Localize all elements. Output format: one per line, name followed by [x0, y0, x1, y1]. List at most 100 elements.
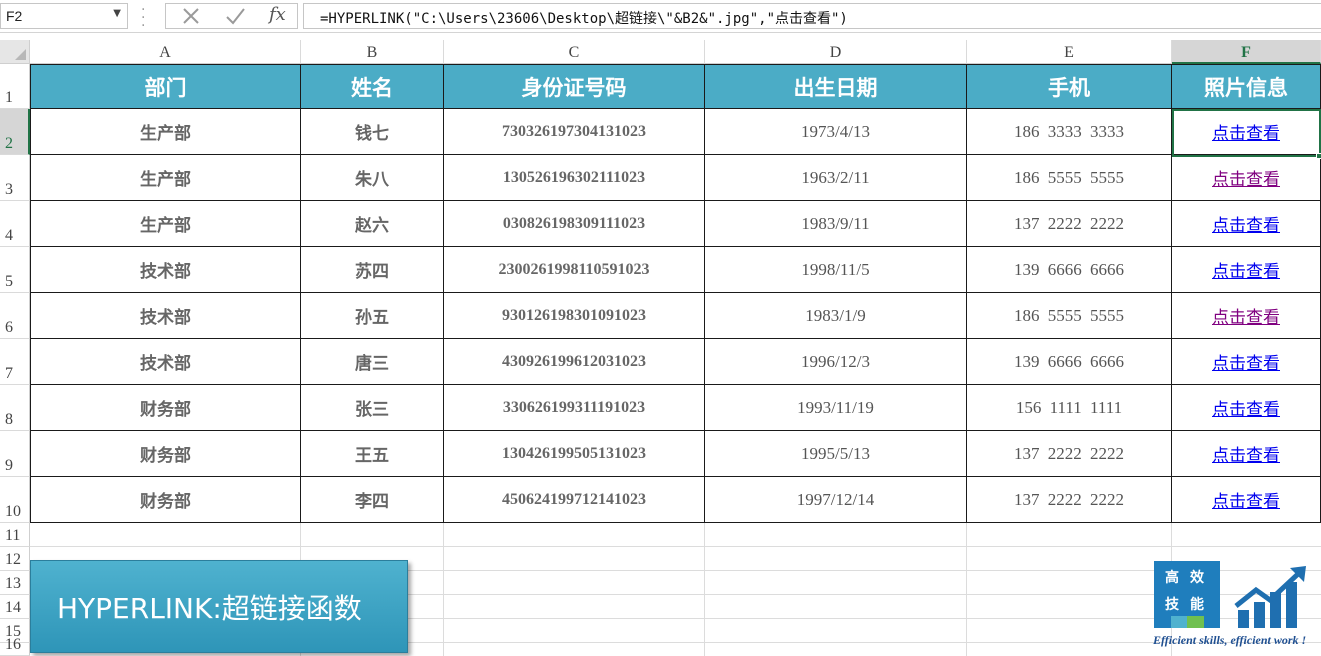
row-header-8[interactable]: 8 [0, 385, 30, 431]
cell-id[interactable]: 450624199712141023 [444, 477, 705, 523]
cell-photo[interactable]: 点击查看 [1172, 385, 1321, 431]
cell-photo[interactable]: 点击查看 [1172, 339, 1321, 385]
cell-id[interactable]: 930126198301091023 [444, 293, 705, 339]
header-photo[interactable]: 照片信息 [1172, 64, 1321, 109]
row-header-14[interactable]: 14 [0, 595, 30, 619]
photo-hyperlink[interactable]: 点击查看 [1212, 303, 1280, 328]
cell-dob[interactable]: 1983/1/9 [705, 293, 967, 339]
cell-photo[interactable]: 点击查看 [1172, 201, 1321, 247]
header-dept[interactable]: 部门 [30, 64, 301, 109]
cell-phone[interactable]: 186 5555 5555 [967, 155, 1172, 201]
cell-photo[interactable]: 点击查看 [1172, 293, 1321, 339]
row-header-13[interactable]: 13 [0, 571, 30, 595]
photo-hyperlink[interactable]: 点击查看 [1212, 211, 1280, 236]
fill-handle[interactable] [1316, 153, 1321, 159]
cell-dob[interactable]: 1993/11/19 [705, 385, 967, 431]
cell-name[interactable]: 钱七 [301, 109, 444, 155]
photo-hyperlink[interactable]: 点击查看 [1212, 119, 1280, 144]
cell-dept[interactable]: 生产部 [30, 155, 301, 201]
cell-id[interactable]: 430926199612031023 [444, 339, 705, 385]
insert-function-button[interactable]: fx [269, 4, 286, 25]
cell-photo[interactable]: 点击查看 [1172, 155, 1321, 201]
cell-dob[interactable]: 1998/11/5 [705, 247, 967, 293]
cell-dob[interactable]: 1983/9/11 [705, 201, 967, 247]
column-header-b[interactable]: B [301, 40, 444, 64]
cell-phone[interactable]: 139 6666 6666 [967, 339, 1172, 385]
drag-handle-icon[interactable]: · · · [141, 3, 145, 33]
cell-phone[interactable]: 186 5555 5555 [967, 293, 1172, 339]
header-phone[interactable]: 手机 [967, 64, 1172, 109]
select-all-button[interactable] [0, 40, 30, 64]
photo-hyperlink[interactable]: 点击查看 [1212, 395, 1280, 420]
row-header-4[interactable]: 4 [0, 201, 30, 247]
cell-name[interactable]: 唐三 [301, 339, 444, 385]
cell-dept[interactable]: 生产部 [30, 109, 301, 155]
cell-photo[interactable]: 点击查看 [1172, 431, 1321, 477]
column-header-e[interactable]: E [967, 40, 1172, 64]
cell-dept[interactable]: 技术部 [30, 247, 301, 293]
cell-photo[interactable]: 点击查看 [1172, 109, 1321, 155]
row-header-11[interactable]: 11 [0, 523, 30, 547]
photo-hyperlink[interactable]: 点击查看 [1212, 441, 1280, 466]
cell-dept[interactable]: 技术部 [30, 339, 301, 385]
cell-name[interactable]: 张三 [301, 385, 444, 431]
cancel-icon[interactable] [180, 5, 202, 27]
cell-dob[interactable]: 1973/4/13 [705, 109, 967, 155]
cell-phone[interactable]: 137 2222 2222 [967, 201, 1172, 247]
photo-hyperlink[interactable]: 点击查看 [1212, 487, 1280, 512]
cell-phone[interactable]: 137 2222 2222 [967, 431, 1172, 477]
cell-name[interactable]: 李四 [301, 477, 444, 523]
row-header-5[interactable]: 5 [0, 247, 30, 293]
cell-id[interactable]: 130426199505131023 [444, 431, 705, 477]
cell-dob[interactable]: 1997/12/14 [705, 477, 967, 523]
chevron-down-icon[interactable]: ▼ [113, 8, 121, 19]
cell-dob[interactable]: 1996/12/3 [705, 339, 967, 385]
name-box[interactable]: F2 ▼ [0, 3, 128, 29]
row-header-7[interactable]: 7 [0, 339, 30, 385]
cell-photo[interactable]: 点击查看 [1172, 247, 1321, 293]
cell-id[interactable]: 330626199311191023 [444, 385, 705, 431]
cell-phone[interactable]: 186 3333 3333 [967, 109, 1172, 155]
cell-dept[interactable]: 财务部 [30, 385, 301, 431]
confirm-icon[interactable] [224, 5, 246, 27]
row-header-1[interactable]: 1 [0, 64, 30, 109]
cell-id[interactable]: 2300261998110591023 [444, 247, 705, 293]
cell-phone[interactable]: 156 1111 1111 [967, 385, 1172, 431]
cell-dept[interactable]: 财务部 [30, 477, 301, 523]
cell-phone[interactable]: 139 6666 6666 [967, 247, 1172, 293]
column-header-c[interactable]: C [444, 40, 705, 64]
row-header-10[interactable]: 10 [0, 477, 30, 523]
cell-dept[interactable]: 财务部 [30, 431, 301, 477]
header-name[interactable]: 姓名 [301, 64, 444, 109]
cell-name[interactable]: 孙五 [301, 293, 444, 339]
row-header-12[interactable]: 12 [0, 547, 30, 571]
cell-photo[interactable]: 点击查看 [1172, 477, 1321, 523]
photo-hyperlink[interactable]: 点击查看 [1212, 349, 1280, 374]
cell-phone[interactable]: 137 2222 2222 [967, 477, 1172, 523]
column-header-f[interactable]: F [1172, 40, 1321, 64]
cell-id[interactable]: 730326197304131023 [444, 109, 705, 155]
row-header-2[interactable]: 2 [0, 109, 30, 155]
row-number: 16 [5, 636, 21, 653]
photo-hyperlink[interactable]: 点击查看 [1212, 257, 1280, 282]
column-header-d[interactable]: D [705, 40, 967, 64]
header-dob[interactable]: 出生日期 [705, 64, 967, 109]
formula-input[interactable]: =HYPERLINK("C:\Users\23606\Desktop\超链接\"… [303, 3, 1321, 29]
cell-name[interactable]: 王五 [301, 431, 444, 477]
cell-dept[interactable]: 技术部 [30, 293, 301, 339]
cell-name[interactable]: 苏四 [301, 247, 444, 293]
cell-id[interactable]: 030826198309111023 [444, 201, 705, 247]
row-header-9[interactable]: 9 [0, 431, 30, 477]
cell-name[interactable]: 朱八 [301, 155, 444, 201]
cell-dob[interactable]: 1995/5/13 [705, 431, 967, 477]
row-header-6[interactable]: 6 [0, 293, 30, 339]
column-header-a[interactable]: A [30, 40, 301, 64]
row-header-16[interactable]: 16 [0, 636, 30, 656]
row-header-3[interactable]: 3 [0, 155, 30, 201]
header-id[interactable]: 身份证号码 [444, 64, 705, 109]
cell-name[interactable]: 赵六 [301, 201, 444, 247]
cell-dob[interactable]: 1963/2/11 [705, 155, 967, 201]
cell-dept[interactable]: 生产部 [30, 201, 301, 247]
cell-id[interactable]: 130526196302111023 [444, 155, 705, 201]
photo-hyperlink[interactable]: 点击查看 [1212, 165, 1280, 190]
